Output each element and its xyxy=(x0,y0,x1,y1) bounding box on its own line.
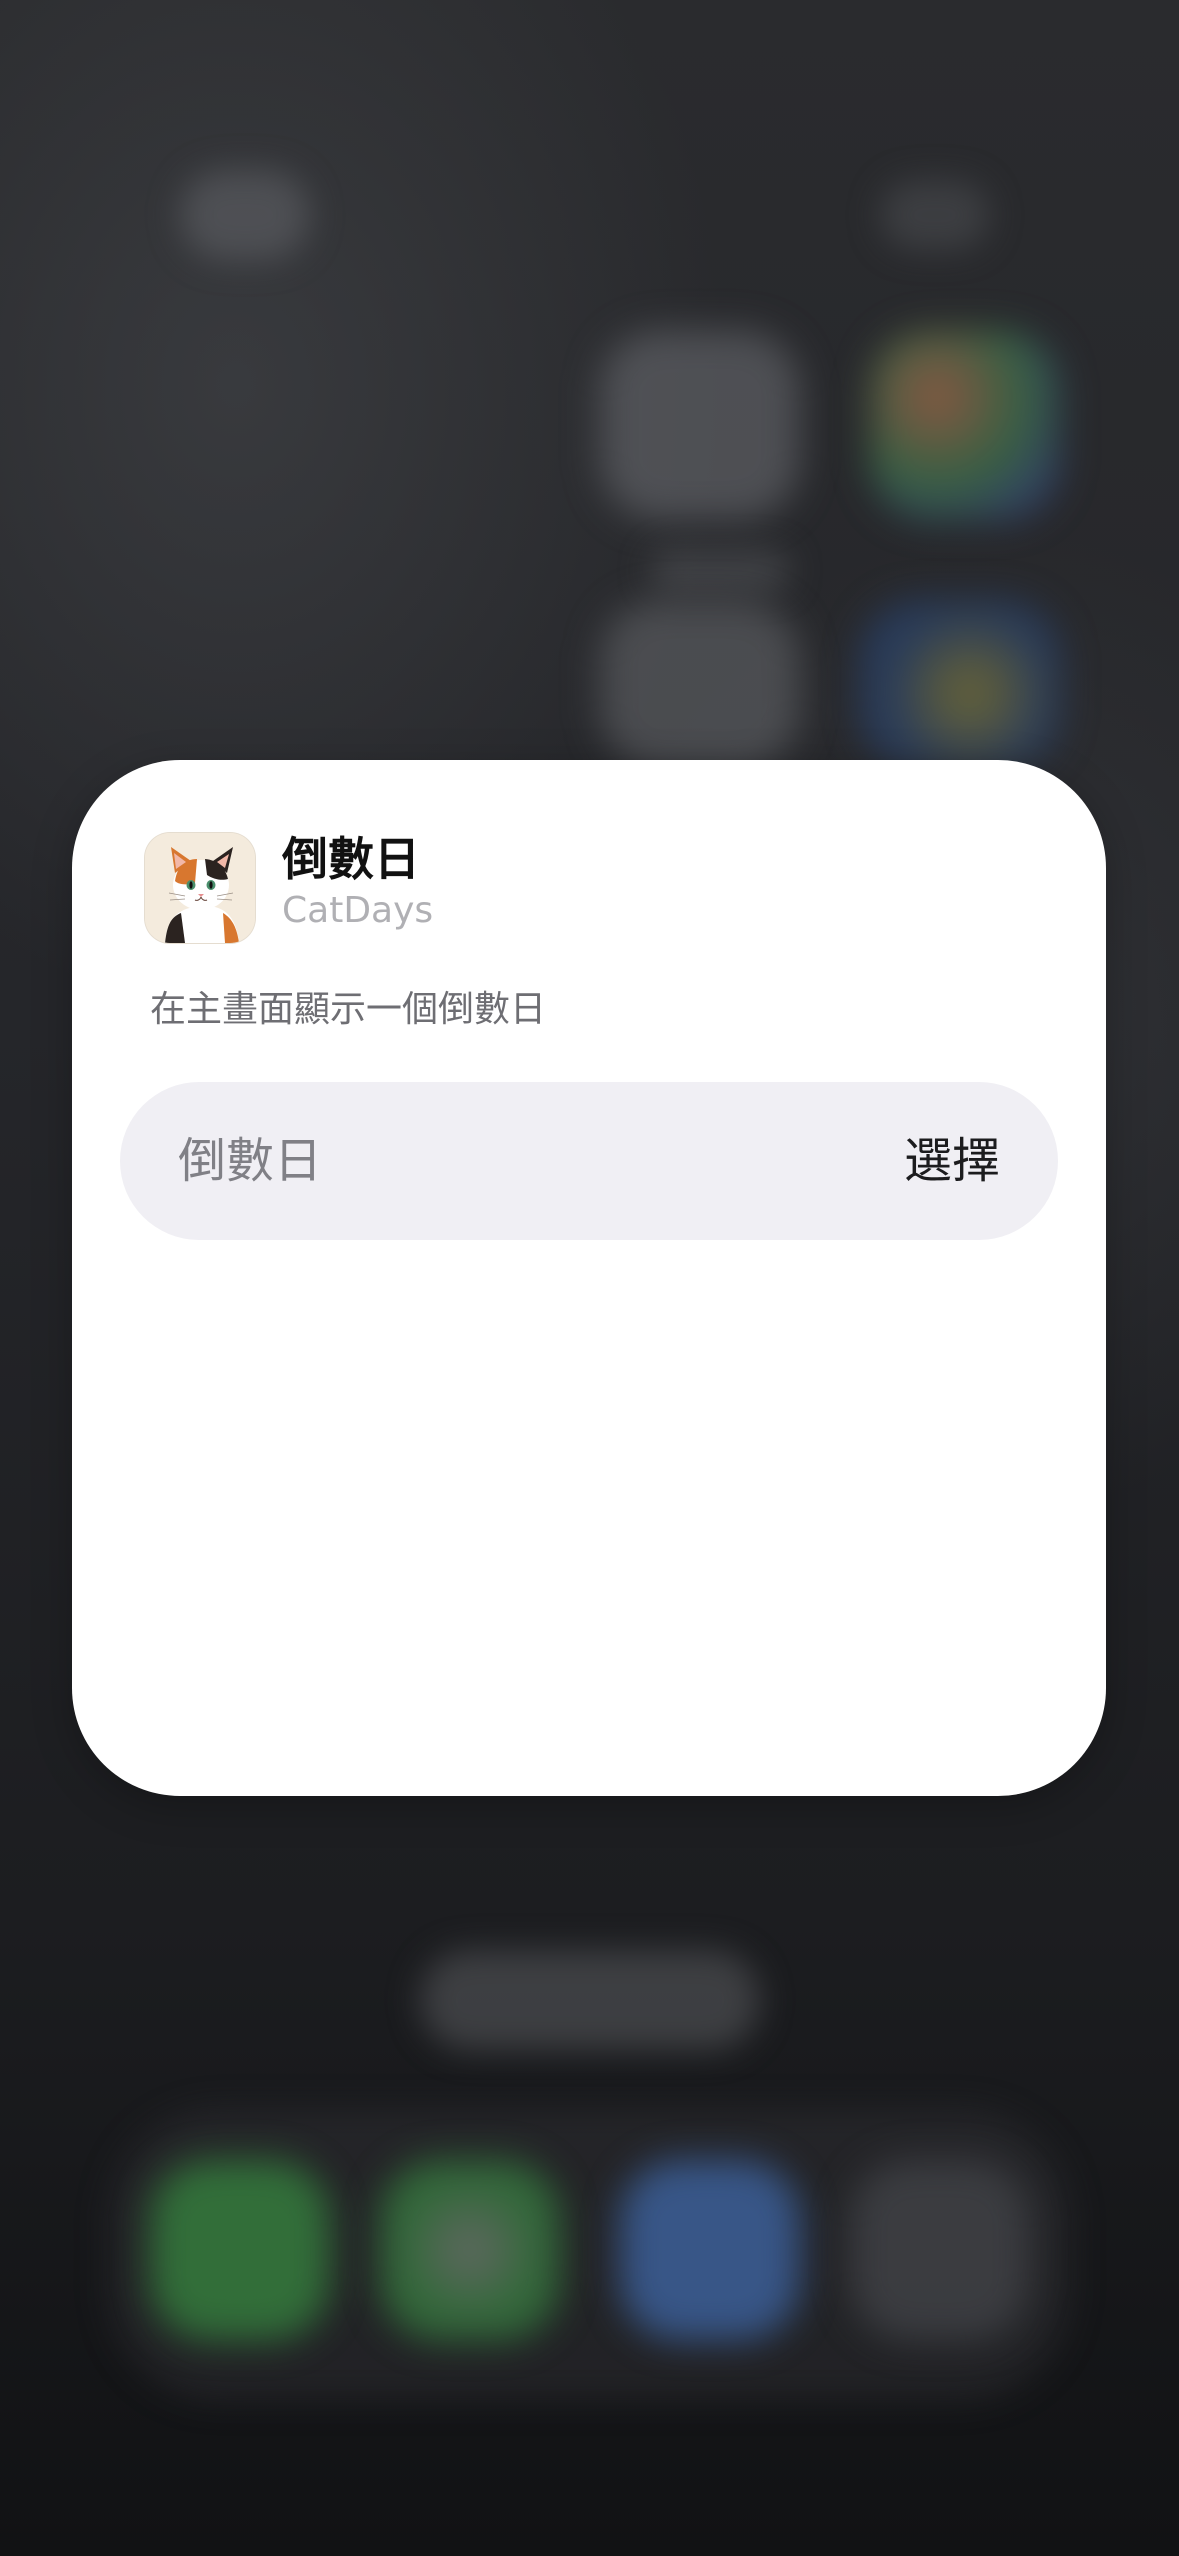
blurred-label xyxy=(650,550,790,590)
blurred-safari-icon xyxy=(620,2160,800,2340)
blurred-photos-icon xyxy=(870,330,1060,520)
blurred-status-element xyxy=(180,170,310,260)
blurred-widget-icon xyxy=(600,330,800,520)
blurred-app-icon xyxy=(600,600,800,770)
blurred-status-element xyxy=(880,180,990,250)
widget-title: 倒數日 xyxy=(282,832,420,886)
blurred-messages-icon xyxy=(380,2160,560,2340)
app-name: CatDays xyxy=(282,890,434,931)
blurred-phone-icon xyxy=(150,2160,330,2340)
parameter-label: 倒數日 xyxy=(178,1133,323,1189)
calico-cat-app-icon xyxy=(144,832,256,944)
blurred-app-icon xyxy=(860,600,1060,770)
widget-configuration-card: 倒數日 CatDays 在主畫面顯示一個倒數日 倒數日 選擇 xyxy=(72,760,1106,1796)
widget-description: 在主畫面顯示一個倒數日 xyxy=(150,989,547,1030)
choose-button[interactable]: 選擇 xyxy=(904,1082,1000,1240)
blurred-camera-icon xyxy=(850,2160,1030,2340)
blurred-search-pill xyxy=(420,1950,760,2050)
countdown-parameter-row[interactable]: 倒數日 選擇 xyxy=(120,1082,1058,1240)
